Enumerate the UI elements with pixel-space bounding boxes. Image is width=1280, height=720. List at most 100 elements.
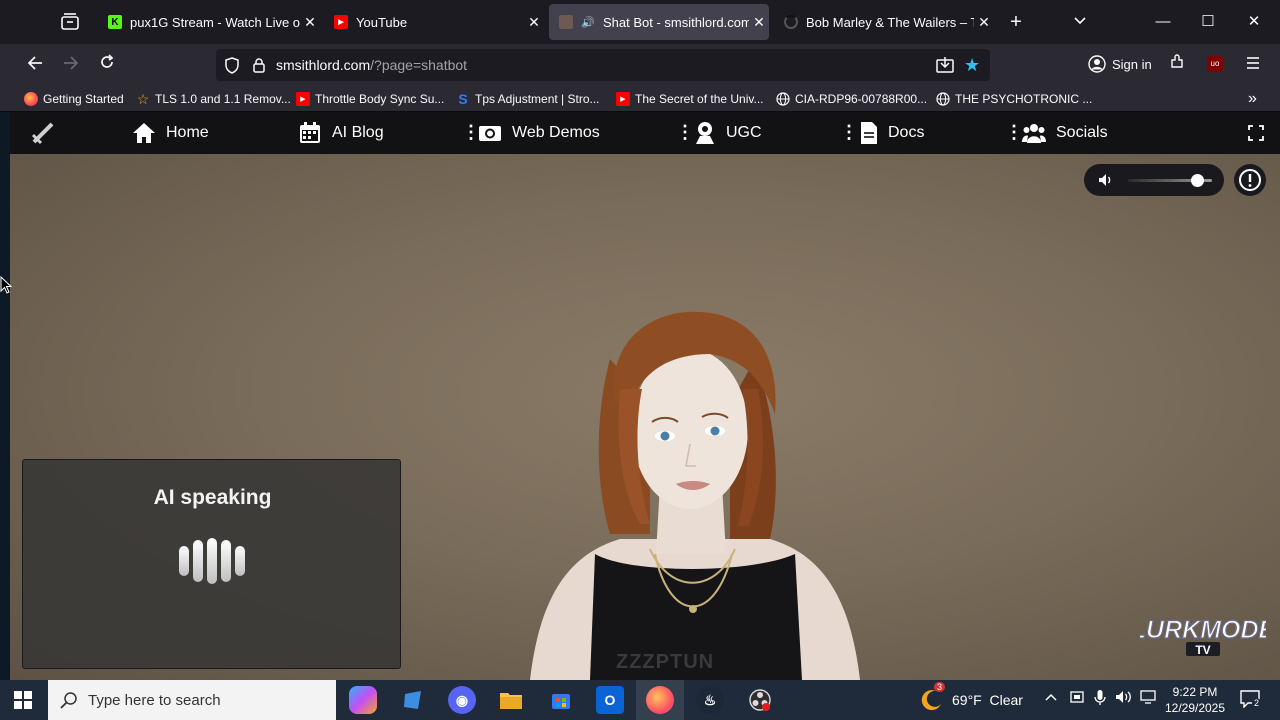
network-icon[interactable]: [1140, 690, 1156, 707]
speaker-icon[interactable]: 🔊: [581, 15, 595, 29]
nav-ai-blog[interactable]: AI Blog: [298, 120, 384, 146]
list-tabs-button[interactable]: [1065, 8, 1095, 36]
nav-label: Docs: [888, 124, 925, 141]
weather-text: 69°F Clear: [952, 692, 1023, 708]
bookmark-label: TLS 1.0 and 1.1 Remov...: [155, 92, 291, 106]
file-explorer-icon[interactable]: [497, 686, 525, 714]
nav-more-icon[interactable]: ⋮: [840, 122, 858, 143]
bookmark-label: CIA-RDP96-00788R00...: [795, 92, 928, 106]
close-tab-icon[interactable]: ✕: [974, 14, 994, 31]
user-icon: [696, 122, 714, 144]
url-bar[interactable]: smsithlord.com/?page=shatbot ★: [216, 49, 990, 81]
more-bookmarks-icon[interactable]: »: [1248, 90, 1257, 108]
url-path: /?page=shatbot: [370, 57, 468, 73]
minimize-button[interactable]: —: [1148, 8, 1178, 36]
reload-button[interactable]: [93, 51, 121, 79]
bookmark-tls[interactable]: ☆ TLS 1.0 and 1.1 Remov...: [136, 90, 291, 108]
bookmark-tps-adjustment[interactable]: S Tps Adjustment | Stro...: [456, 90, 600, 108]
lock-icon[interactable]: [252, 57, 266, 78]
bookmark-cia-rdp[interactable]: CIA-RDP96-00788R00...: [776, 90, 927, 108]
tab-title: Bob Marley & The Wailers – Thr: [806, 14, 974, 30]
menu-icon[interactable]: [1239, 51, 1267, 79]
outlook-icon[interactable]: O: [596, 686, 624, 714]
bookmark-label: The Secret of the Univ...: [635, 92, 764, 106]
tab-youtube[interactable]: ▶ YouTube ✕: [324, 4, 544, 40]
save-to-pocket-icon[interactable]: [936, 57, 954, 78]
maximize-button[interactable]: ☐: [1193, 8, 1223, 36]
back-button[interactable]: [21, 51, 49, 79]
bookmark-getting-started[interactable]: Getting Started: [24, 90, 124, 108]
device-icon[interactable]: [1070, 690, 1084, 707]
site-navigation: Home AI Blog ⋮ Web Demos ⋮ UGC ⋮ Docs ⋮ …: [0, 112, 1280, 154]
nav-more-icon[interactable]: ⋮: [676, 122, 694, 143]
ai-speaking-title: AI speaking: [153, 486, 272, 509]
demo-icon: [479, 126, 501, 141]
microphone-icon[interactable]: [1094, 690, 1106, 709]
shirt-print: ZZZPTUN: [616, 651, 714, 673]
bookmark-label: Getting Started: [43, 92, 124, 106]
tab-overview-icon[interactable]: [58, 11, 82, 33]
microsoft-store-icon[interactable]: [547, 686, 575, 714]
clock-date: 12/29/2025: [1164, 701, 1226, 715]
windows-icon: [14, 691, 32, 709]
kick-icon: K: [108, 15, 122, 29]
extensions-icon[interactable]: [1163, 51, 1191, 79]
browser-tab-strip: K pux1G Stream - Watch Live on K ✕ ▶ You…: [0, 0, 1280, 44]
waveform-bar: [221, 540, 231, 582]
sign-in-button[interactable]: Sign in: [1088, 55, 1152, 73]
info-alert-button[interactable]: [1234, 164, 1266, 196]
close-window-button[interactable]: ✕: [1239, 8, 1269, 36]
nav-socials[interactable]: Socials: [1022, 120, 1108, 146]
globe-icon: [936, 92, 950, 106]
close-tab-icon[interactable]: ✕: [524, 14, 544, 31]
notification-count: 2: [1252, 698, 1262, 708]
speaker-tray-icon[interactable]: [1115, 690, 1133, 707]
new-tab-button[interactable]: +: [1001, 8, 1031, 36]
search-placeholder: Type here to search: [88, 692, 221, 709]
discord-icon[interactable]: ◉: [448, 686, 476, 714]
obs-icon[interactable]: [746, 686, 774, 714]
speaker-icon[interactable]: [1098, 172, 1114, 193]
lurkmode-logo: LURKMODE TV: [1130, 608, 1277, 660]
tab-bob-marley[interactable]: Bob Marley & The Wailers – Thr ✕: [774, 4, 994, 40]
nav-docs[interactable]: Docs: [860, 120, 924, 146]
home-icon: [133, 123, 155, 143]
notifications-icon[interactable]: 2: [1240, 690, 1262, 713]
close-tab-icon[interactable]: ✕: [749, 14, 769, 31]
youtube-icon: ▶: [616, 92, 630, 106]
forward-button[interactable]: [57, 51, 85, 79]
bookmark-label: THE PSYCHOTRONIC ...: [955, 92, 1093, 106]
system-clock[interactable]: 9:22 PM 12/29/2025: [1160, 684, 1230, 716]
tab-shat-bot[interactable]: 🔊 Shat Bot - smsithlord.com ✕: [549, 4, 769, 40]
bookmark-label: Throttle Body Sync Su...: [315, 92, 445, 106]
nav-home[interactable]: Home: [132, 120, 209, 146]
nav-ugc[interactable]: UGC: [694, 120, 762, 146]
nav-more-icon[interactable]: ⋮: [1005, 122, 1023, 143]
volume-control[interactable]: [1084, 164, 1224, 196]
loading-icon: [784, 15, 798, 29]
bookmark-throttle-body[interactable]: ▶ Throttle Body Sync Su...: [296, 90, 444, 108]
files-app-icon[interactable]: [399, 686, 427, 714]
fullscreen-icon[interactable]: [1248, 125, 1264, 146]
taskbar-search-input[interactable]: Type here to search: [48, 680, 336, 720]
start-button[interactable]: [14, 691, 32, 714]
bookmark-label: Tps Adjustment | Stro...: [475, 92, 600, 106]
ublock-icon[interactable]: uo: [1207, 56, 1223, 72]
alert-icon: [1239, 169, 1261, 191]
site-logo-icon[interactable]: [30, 120, 56, 151]
close-tab-icon[interactable]: ✕: [300, 14, 320, 31]
steam-icon[interactable]: ♨: [696, 686, 724, 714]
logo-wordmark: LURKMODE: [1140, 616, 1266, 644]
bookmark-secret-universe[interactable]: ▶ The Secret of the Univ...: [616, 90, 764, 108]
shield-icon[interactable]: [224, 57, 240, 79]
nav-web-demos[interactable]: Web Demos: [478, 120, 600, 146]
bookmark-psychotronic[interactable]: THE PSYCHOTRONIC ...: [936, 90, 1092, 108]
copilot-icon[interactable]: [349, 686, 377, 714]
bookmark-star-icon[interactable]: ★: [964, 56, 980, 74]
volume-slider-handle[interactable]: [1190, 174, 1204, 187]
logo-subtext: TV: [1195, 643, 1210, 657]
star-icon: ☆: [136, 90, 150, 107]
show-hidden-icons-icon[interactable]: [1044, 690, 1058, 705]
weather-widget[interactable]: 3 69°F Clear: [920, 682, 1023, 712]
tab-kick-stream[interactable]: K pux1G Stream - Watch Live on K ✕: [98, 4, 320, 40]
